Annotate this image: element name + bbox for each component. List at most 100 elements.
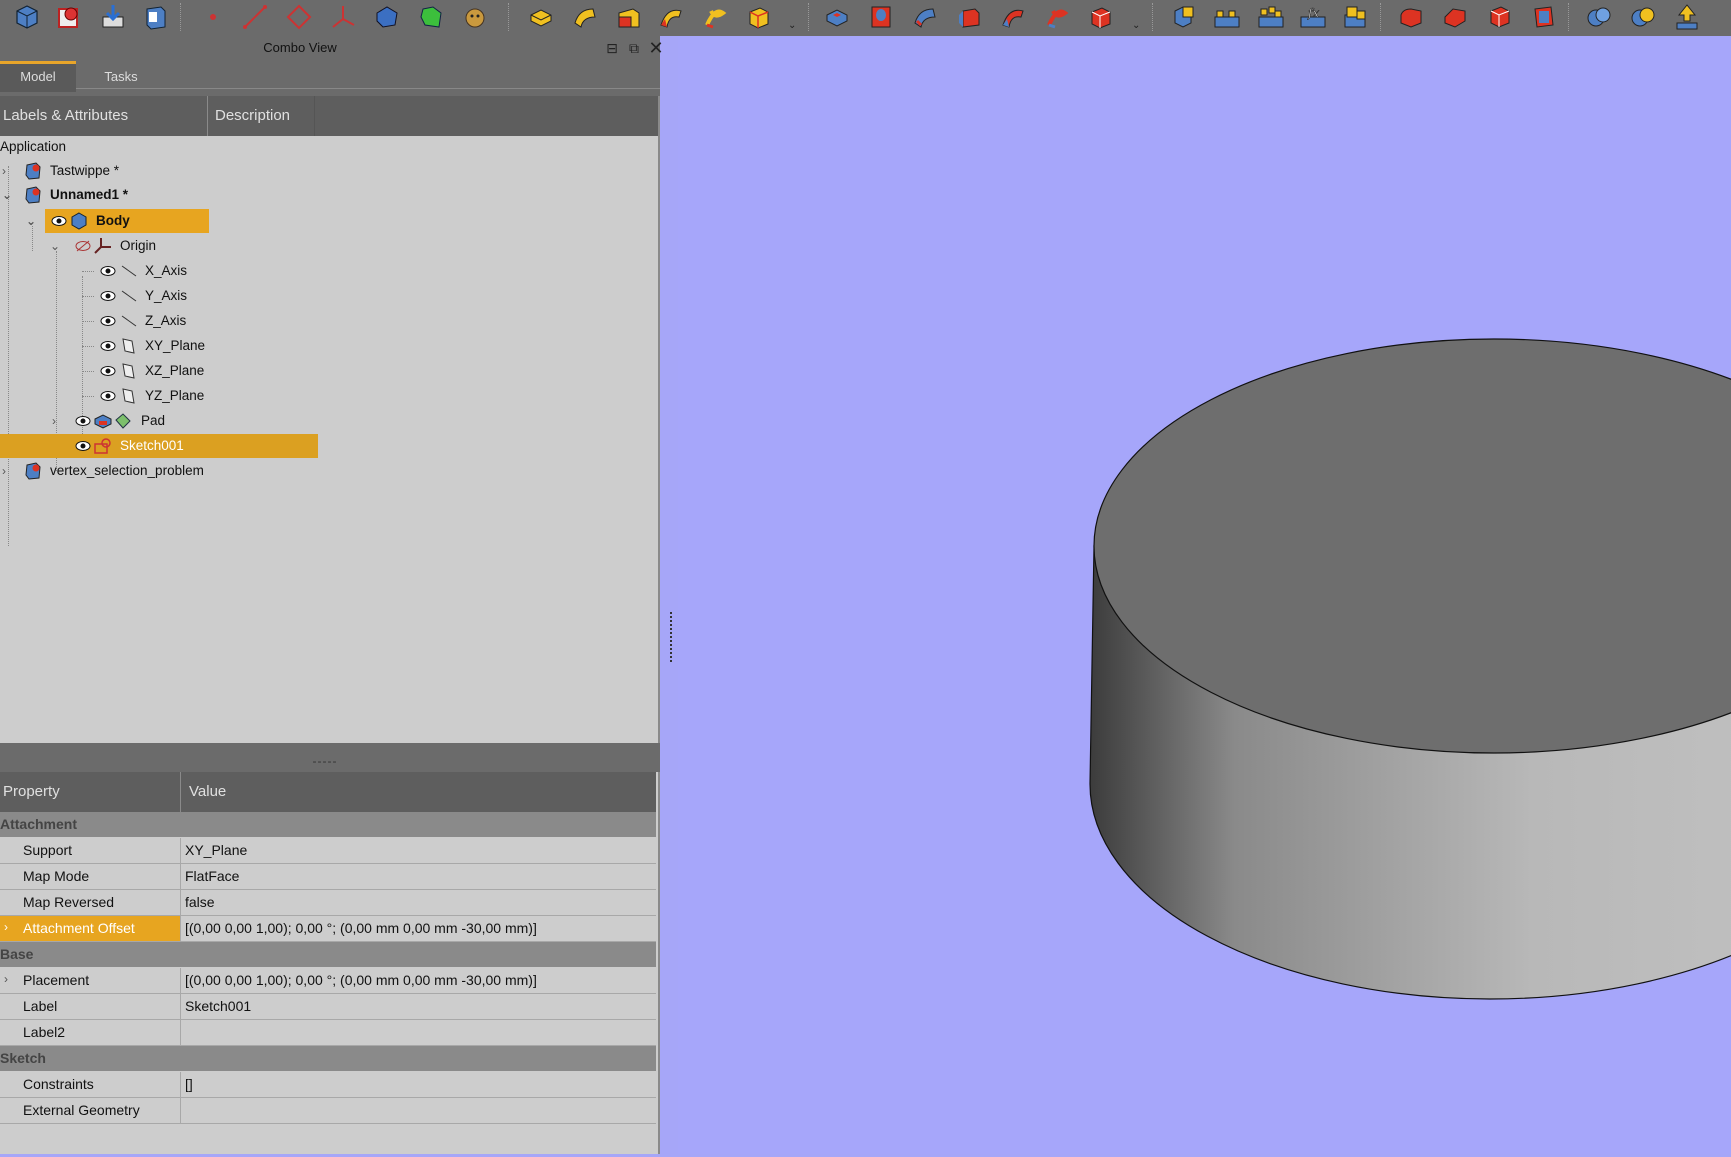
- clone-icon[interactable]: [372, 2, 402, 32]
- tree-item-z-axis[interactable]: Z_Axis: [0, 310, 400, 332]
- cylinder-model[interactable]: [678, 36, 1731, 1154]
- header-labels[interactable]: Labels & Attributes: [0, 96, 203, 136]
- chevron-right-icon[interactable]: ›: [4, 916, 16, 938]
- eye-icon[interactable]: [100, 390, 116, 402]
- document-icon: [25, 462, 41, 480]
- combo-view-title: Combo View: [263, 40, 337, 55]
- eye-icon[interactable]: [100, 340, 116, 352]
- float-icon[interactable]: ⧉: [626, 40, 642, 56]
- subshape-binder-icon[interactable]: [416, 2, 446, 32]
- import-icon[interactable]: [98, 2, 128, 32]
- splitter-handle[interactable]: -----: [300, 754, 350, 768]
- property-row[interactable]: Label2: [0, 1020, 656, 1046]
- point-icon[interactable]: [198, 2, 228, 32]
- additive-loft-icon[interactable]: [614, 2, 644, 32]
- combo-tabs: Model Tasks: [0, 58, 660, 92]
- tree-item-y-axis[interactable]: Y_Axis: [0, 285, 400, 307]
- chevron-right-icon[interactable]: ›: [2, 460, 14, 482]
- 3d-viewport[interactable]: [678, 36, 1731, 1154]
- tree-item-xy-plane[interactable]: XY_Plane: [0, 335, 400, 357]
- chevron-down-icon[interactable]: ⌄: [50, 235, 62, 257]
- revolution-icon[interactable]: [570, 2, 600, 32]
- subtractive-box-icon[interactable]: [1086, 2, 1116, 32]
- tree-item-xz-plane[interactable]: XZ_Plane: [0, 360, 400, 382]
- tab-tasks[interactable]: Tasks: [84, 64, 158, 90]
- eye-icon[interactable]: [51, 215, 67, 227]
- property-row[interactable]: Constraints []: [0, 1072, 656, 1098]
- additive-helix-icon[interactable]: [700, 2, 730, 32]
- tree-item-origin[interactable]: ⌄ Origin: [0, 235, 400, 257]
- combo-view-panel: Combo View ⊟ ⧉ ✕ Model Tasks Labels & At…: [0, 36, 664, 1154]
- close-icon[interactable]: ✕: [648, 39, 664, 57]
- shape-binder-icon[interactable]: [140, 2, 170, 32]
- tree-item-sketch001[interactable]: Sketch001: [0, 435, 400, 457]
- hole-icon[interactable]: [866, 2, 896, 32]
- property-group-sketch[interactable]: Sketch: [0, 1046, 656, 1071]
- fillet-icon[interactable]: [1396, 2, 1426, 32]
- header-value[interactable]: Value: [186, 772, 389, 812]
- tree-item-unnamed1[interactable]: ⌄ Unnamed1 *: [0, 184, 400, 206]
- plane-icon[interactable]: [284, 2, 314, 32]
- header-property[interactable]: Property: [0, 772, 179, 812]
- pad-icon[interactable]: [526, 2, 556, 32]
- lcs-icon[interactable]: [328, 2, 358, 32]
- subtractive-helix-icon[interactable]: [1042, 2, 1072, 32]
- eye-icon[interactable]: [100, 290, 116, 302]
- eye-icon[interactable]: [75, 415, 91, 427]
- property-view: Property Value Attachment Support XY_Pla…: [0, 772, 660, 1154]
- tree-item-x-axis[interactable]: X_Axis: [0, 260, 400, 282]
- tree-item-yz-plane[interactable]: YZ_Plane: [0, 385, 400, 407]
- eye-icon[interactable]: [100, 265, 116, 277]
- tab-model[interactable]: Model: [0, 61, 76, 92]
- subtractive-loft-icon[interactable]: [954, 2, 984, 32]
- draft-icon[interactable]: [1484, 2, 1514, 32]
- eye-hidden-icon[interactable]: [75, 240, 91, 252]
- chevron-right-icon[interactable]: ›: [4, 968, 16, 990]
- property-group-attachment[interactable]: Attachment: [0, 812, 656, 837]
- chamfer-icon[interactable]: [1440, 2, 1470, 32]
- mirrored-icon[interactable]: [1168, 2, 1198, 32]
- line-icon[interactable]: [240, 2, 270, 32]
- tree-item-tastwippe[interactable]: › Tastwippe *: [0, 160, 400, 182]
- eye-icon[interactable]: [100, 315, 116, 327]
- boolean-icon[interactable]: [1584, 2, 1614, 32]
- groove-icon[interactable]: [910, 2, 940, 32]
- chevron-down-icon[interactable]: ⌄: [26, 210, 38, 232]
- tree-item-body[interactable]: ⌄ Body: [0, 210, 400, 232]
- tree-item-pad[interactable]: › Pad: [0, 410, 400, 432]
- tree-item-vertex-selection-problem[interactable]: › vertex_selection_problem: [0, 460, 400, 482]
- property-row[interactable]: Map Reversed false: [0, 890, 656, 916]
- thickness-icon[interactable]: [1528, 2, 1558, 32]
- main-toolbar: ⌄ ⌄ fx: [0, 0, 1731, 36]
- panel-resize-handle[interactable]: [670, 612, 676, 662]
- sprocket-icon[interactable]: [460, 2, 490, 32]
- document-icon: [25, 186, 41, 204]
- property-group-base[interactable]: Base: [0, 942, 656, 967]
- body-icon[interactable]: [12, 2, 42, 32]
- eye-icon[interactable]: [100, 365, 116, 377]
- model-tree: Labels & Attributes Description Applicat…: [0, 96, 660, 743]
- chevron-down-icon[interactable]: ⌄: [2, 184, 14, 206]
- polar-pattern-icon[interactable]: [1256, 2, 1286, 32]
- chevron-right-icon[interactable]: ›: [52, 410, 64, 432]
- property-row[interactable]: Label Sketch001: [0, 994, 656, 1020]
- dock-icon[interactable]: ⊟: [604, 40, 620, 56]
- multi-transform-icon[interactable]: fx: [1298, 2, 1328, 32]
- export-icon[interactable]: [1672, 2, 1702, 32]
- pocket-icon[interactable]: [822, 2, 852, 32]
- scaled-icon[interactable]: [1340, 2, 1370, 32]
- additive-pipe-icon[interactable]: [656, 2, 686, 32]
- axis-icon: [121, 290, 137, 302]
- part-icon[interactable]: [54, 2, 84, 32]
- eye-icon[interactable]: [75, 440, 91, 452]
- subtractive-pipe-icon[interactable]: [998, 2, 1028, 32]
- chevron-right-icon[interactable]: ›: [2, 160, 14, 182]
- boolean-intersect-icon[interactable]: [1628, 2, 1658, 32]
- property-row[interactable]: Map Mode FlatFace: [0, 864, 656, 890]
- property-row-selected[interactable]: › Attachment Offset [(0,00 0,00 1,00); 0…: [0, 916, 656, 942]
- additive-box-icon[interactable]: [744, 2, 774, 32]
- property-row[interactable]: › Placement [(0,00 0,00 1,00); 0,00 °; (…: [0, 968, 656, 994]
- property-row[interactable]: External Geometry: [0, 1098, 656, 1124]
- linear-pattern-icon[interactable]: [1212, 2, 1242, 32]
- property-row[interactable]: Support XY_Plane: [0, 838, 656, 864]
